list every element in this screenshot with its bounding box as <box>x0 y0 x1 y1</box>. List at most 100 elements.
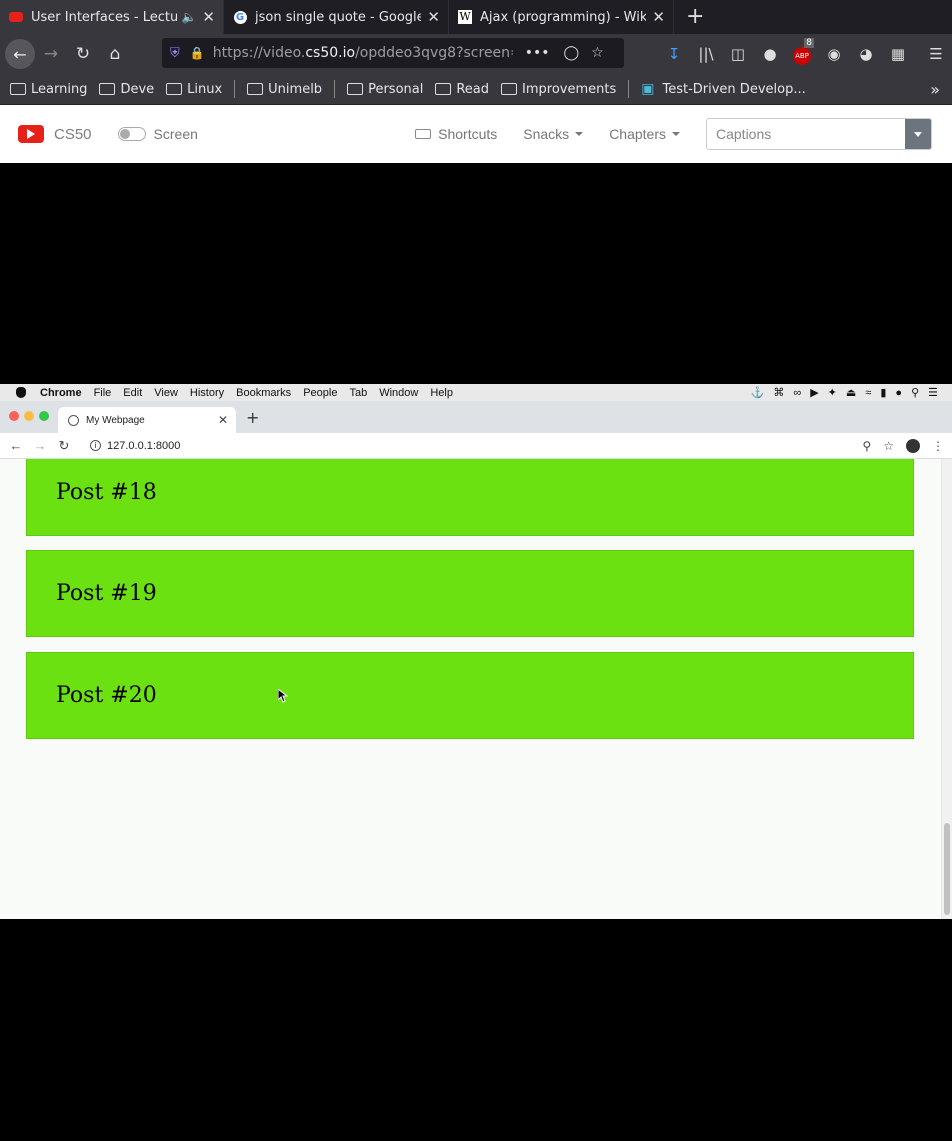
menu-people[interactable]: People <box>303 387 337 399</box>
menu-app-chrome[interactable]: Chrome <box>40 387 82 399</box>
chrome-menu-icon[interactable]: ⋮ <box>932 439 944 453</box>
menu-window[interactable]: Window <box>379 387 418 399</box>
captions-select[interactable]: Captions <box>706 118 932 150</box>
tab-user-interfaces[interactable]: User Interfaces - Lectur 🔈 ✕ <box>0 0 224 34</box>
download-icon[interactable]: ↧ <box>658 45 690 63</box>
tab-title: Ajax (programming) - Wiki <box>480 9 647 25</box>
bookmark-improvements[interactable]: Improvements <box>501 82 616 97</box>
back-button[interactable]: ← <box>5 39 35 69</box>
folder-icon <box>501 83 518 95</box>
network-icon[interactable]: ✦ <box>828 386 837 399</box>
firefox-tab-bar: User Interfaces - Lectur 🔈 ✕ G json sing… <box>0 0 952 34</box>
screen-toggle[interactable] <box>117 127 146 141</box>
menu-edit[interactable]: Edit <box>123 387 142 399</box>
post-item: Post #20 <box>26 652 914 739</box>
menu-help[interactable]: Help <box>430 387 453 399</box>
pocket-icon[interactable]: ◯ <box>564 45 580 61</box>
youtube-icon <box>8 9 24 25</box>
bookmark-unimelb[interactable]: Unimelb <box>247 82 322 97</box>
snacks-dropdown[interactable]: Snacks <box>523 126 584 142</box>
menu-tab[interactable]: Tab <box>349 387 367 399</box>
scrollbar-thumb[interactable] <box>944 823 950 915</box>
menu-history[interactable]: History <box>190 387 224 399</box>
shield-icon[interactable]: ⛨ <box>170 46 180 61</box>
maximize-window-icon[interactable] <box>39 411 49 421</box>
chrome-tab-my-webpage[interactable]: My Webpage ✕ <box>58 407 236 433</box>
close-tab-icon[interactable]: ✕ <box>652 8 665 26</box>
menu-view[interactable]: View <box>154 387 178 399</box>
adblock-icon[interactable]: ABP 8 <box>786 37 818 65</box>
zoom-icon[interactable]: ⚲ <box>862 439 871 453</box>
cube-icon: ▣ <box>641 81 655 97</box>
youtube-logo-icon[interactable] <box>18 125 44 143</box>
chrome-toolbar: ← → ↻ i 127.0.0.1:8000 ⚲ ☆ ⋮ <box>0 433 952 459</box>
chrome-reload-button[interactable]: ↻ <box>52 438 76 454</box>
bookmark-read[interactable]: Read <box>435 82 489 97</box>
password-manager-icon[interactable]: ◉ <box>818 45 850 63</box>
lock-icon[interactable]: 🔒 <box>190 46 205 60</box>
shortcuts-link[interactable]: Shortcuts <box>415 126 497 142</box>
url-prefix: https://video. <box>212 45 306 61</box>
chrome-toolbar-right: ⚲ ☆ ⋮ <box>862 438 944 453</box>
bookmark-star-icon[interactable]: ☆ <box>883 439 894 453</box>
docker-icon[interactable]: ⚓ <box>751 386 765 399</box>
bookmark-learning[interactable]: Learning <box>10 82 87 97</box>
speaker-icon[interactable]: 🔈 <box>181 10 196 24</box>
captions-dropdown-button[interactable] <box>905 119 931 149</box>
notification-center-icon[interactable]: ☰ <box>928 386 938 399</box>
mac-status-icons: ⚓ ⌘ ∞ ▶ ✦ ⏏ ≈ ▮ ● ⚲ ☰ <box>751 384 938 401</box>
bookmark-label: Personal <box>368 81 424 97</box>
toolbar-right: ↧ ||\ ◫ ● ABP 8 ◉ ◕ ▦ ☰ <box>658 34 952 74</box>
bookmark-personal[interactable]: Personal <box>347 82 423 97</box>
reload-button[interactable]: ↻ <box>67 44 99 64</box>
user-icon[interactable]: ● <box>895 387 902 399</box>
library-icon[interactable]: ||\ <box>690 45 722 63</box>
command-icon[interactable]: ⌘ <box>773 386 784 399</box>
arrow-left-icon: ← <box>13 44 27 64</box>
url-text[interactable]: https://video.cs50.io/opddeo3qvg8?screen… <box>213 45 513 61</box>
chrome-back-button[interactable]: ← <box>4 438 28 453</box>
tab-ajax-wikipedia[interactable]: W Ajax (programming) - Wiki ✕ <box>449 0 674 34</box>
close-tab-icon[interactable]: ✕ <box>218 413 228 427</box>
brand-label[interactable]: CS50 <box>54 126 92 143</box>
close-window-icon[interactable] <box>9 411 19 421</box>
play-circle-icon[interactable]: ▶ <box>810 386 818 399</box>
url-bar[interactable]: ⛨ 🔒 https://video.cs50.io/opddeo3qvg8?sc… <box>162 38 624 68</box>
battery-icon[interactable]: ▮ <box>880 386 886 399</box>
wifi-icon[interactable]: ≈ <box>865 387 871 399</box>
chapters-dropdown[interactable]: Chapters <box>609 126 680 142</box>
tab-json-single-quote[interactable]: G json single quote - Google ✕ <box>224 0 449 34</box>
minimize-window-icon[interactable] <box>24 411 34 421</box>
apple-icon[interactable] <box>16 387 26 398</box>
container-icon[interactable]: ▦ <box>882 45 914 63</box>
menu-file[interactable]: File <box>94 387 112 399</box>
profile-avatar-icon[interactable] <box>906 438 920 453</box>
chrome-url-text[interactable]: 127.0.0.1:8000 <box>107 440 180 452</box>
chrome-omnibox[interactable]: i 127.0.0.1:8000 <box>90 440 180 452</box>
chrome-new-tab-button[interactable]: + <box>246 408 259 427</box>
extension-icon[interactable]: ● <box>754 45 786 63</box>
post-item: Post #18 <box>26 459 914 536</box>
color-picker-icon[interactable]: ◕ <box>850 45 882 63</box>
home-button[interactable]: ⌂ <box>99 44 131 64</box>
glasses-icon[interactable]: ∞ <box>793 387 801 399</box>
bookmark-linux[interactable]: Linux <box>166 82 222 97</box>
forward-button[interactable]: → <box>35 44 67 64</box>
sidebar-icon[interactable]: ◫ <box>722 45 754 63</box>
info-icon[interactable]: i <box>90 440 101 451</box>
chrome-forward-button[interactable]: → <box>28 438 52 453</box>
menu-bookmarks[interactable]: Bookmarks <box>236 387 291 399</box>
bookmark-test-driven[interactable]: ▣ Test-Driven Develop... <box>641 81 805 97</box>
new-tab-button[interactable]: + <box>674 0 716 34</box>
bookmark-deve[interactable]: Deve <box>99 82 154 97</box>
eject-icon[interactable]: ⏏ <box>846 386 856 399</box>
menu-icon[interactable]: ☰ <box>920 45 952 63</box>
bookmark-star-icon[interactable]: ☆ <box>591 45 604 61</box>
search-icon[interactable]: ⚲ <box>911 386 919 399</box>
close-tab-icon[interactable]: ✕ <box>427 8 440 26</box>
close-tab-icon[interactable]: ✕ <box>202 8 215 26</box>
page-scrollbar[interactable] <box>941 459 952 919</box>
more-bookmarks-icon[interactable]: » <box>930 80 940 99</box>
more-actions-icon[interactable]: ••• <box>525 45 550 61</box>
globe-icon <box>68 414 79 426</box>
